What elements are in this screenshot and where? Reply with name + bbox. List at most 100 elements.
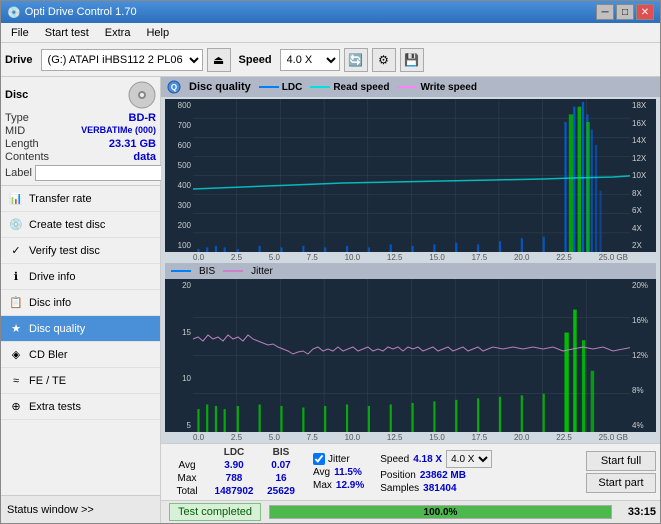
- sidebar-item-disc-info[interactable]: 📋 Disc info: [1, 290, 160, 316]
- title-bar-left: 💿 Opti Drive Control 1.70: [7, 6, 137, 19]
- jitter-header: Jitter: [313, 453, 364, 465]
- fe-te-label: FE / TE: [29, 375, 66, 387]
- disc-label-row: Label ✏: [5, 165, 156, 181]
- menu-start-test[interactable]: Start test: [37, 23, 97, 42]
- sidebar-item-verify-test-disc[interactable]: ✓ Verify test disc: [1, 238, 160, 264]
- contents-label: Contents: [5, 151, 49, 163]
- disc-section-title: Disc: [5, 89, 28, 101]
- length-label: Length: [5, 138, 39, 150]
- disc-header: Disc: [5, 81, 156, 109]
- bis-label: BIS: [199, 266, 215, 277]
- samples-label: Samples: [380, 483, 419, 494]
- eject-button[interactable]: ⏏: [207, 48, 231, 72]
- drive-select[interactable]: (G:) ATAPI iHBS112 2 PL06: [41, 49, 203, 71]
- mid-label: MID: [5, 125, 25, 137]
- label-input[interactable]: [35, 165, 173, 181]
- start-part-button[interactable]: Start part: [586, 473, 656, 493]
- start-full-button[interactable]: Start full: [586, 451, 656, 471]
- settings-button[interactable]: ⚙: [372, 48, 396, 72]
- type-value: BD-R: [129, 112, 157, 124]
- refresh-button[interactable]: 🔄: [344, 48, 368, 72]
- lower-x-axis: 0.0 2.5 5.0 7.5 10.0 12.5 15.0 17.5 20.0…: [161, 433, 660, 442]
- stats-table: LDC BIS Avg 3.90 0.07 Max 788 16 Total 1…: [165, 446, 303, 498]
- sidebar-item-fe-te[interactable]: ≈ FE / TE: [1, 368, 160, 394]
- menu-file[interactable]: File: [3, 23, 37, 42]
- status-window-label: Status window >>: [7, 504, 94, 516]
- speed-select-toolbar[interactable]: 4.0 X: [280, 49, 340, 71]
- stats-avg-ldc: 3.90: [209, 459, 259, 472]
- progress-track: 100.0%: [269, 505, 612, 519]
- close-button[interactable]: ✕: [636, 4, 654, 20]
- x-150: 15.0: [429, 253, 445, 262]
- disc-mid-row: MID VERBATIMe (000): [5, 125, 156, 137]
- y-label-400: 400: [167, 181, 191, 190]
- lx-25: 2.5: [231, 433, 242, 442]
- x-225: 22.5: [556, 253, 572, 262]
- lower-y-axis-left: 20 15 10 5: [165, 279, 193, 432]
- legend-read-speed: Read speed: [310, 82, 389, 93]
- title-bar-buttons: ─ □ ✕: [596, 4, 654, 20]
- content-area: Q Disc quality LDC Read speed Write spee…: [161, 77, 660, 523]
- sidebar-item-extra-tests[interactable]: ⊕ Extra tests: [1, 394, 160, 420]
- ly-10: 10: [167, 374, 191, 383]
- speed-row: Speed 4.18 X 4.0 X: [380, 450, 492, 468]
- sidebar-item-transfer-rate[interactable]: 📊 Transfer rate: [1, 186, 160, 212]
- bis-color-swatch: [171, 270, 191, 272]
- speed-value: 4.18 X: [413, 454, 442, 465]
- menu-extra[interactable]: Extra: [97, 23, 139, 42]
- upper-y-axis-left: 800 700 600 500 400 300 200 100: [165, 99, 193, 252]
- maximize-button[interactable]: □: [616, 4, 634, 20]
- fe-te-icon: ≈: [9, 374, 23, 388]
- stats-total-bis: 25629: [259, 485, 303, 498]
- sidebar-nav: 📊 Transfer rate 💿 Create test disc ✓ Ver…: [1, 186, 160, 495]
- ly-right-16: 16%: [632, 316, 654, 325]
- jitter-max-label: Max: [313, 480, 332, 491]
- sidebar-item-create-test-disc[interactable]: 💿 Create test disc: [1, 212, 160, 238]
- menubar: File Start test Extra Help: [1, 23, 660, 43]
- jitter-max-value: 12.9%: [336, 480, 364, 491]
- extra-tests-icon: ⊕: [9, 400, 23, 414]
- sidebar-item-disc-quality[interactable]: ★ Disc quality: [1, 316, 160, 342]
- disc-contents-row: Contents data: [5, 151, 156, 163]
- speed-select-stats[interactable]: 4.0 X: [446, 450, 492, 468]
- upper-chart: 800 700 600 500 400 300 200 100: [165, 99, 656, 252]
- sidebar: Disc Type BD-R MID VERBATIMe (000): [1, 77, 161, 523]
- stats-avg-label: Avg: [165, 459, 209, 472]
- x-200: 20.0: [514, 253, 530, 262]
- lx-50: 5.0: [269, 433, 280, 442]
- disc-type-row: Type BD-R: [5, 112, 156, 124]
- jitter-checkbox[interactable]: [313, 453, 325, 465]
- contents-value: data: [133, 151, 156, 163]
- action-buttons: Start full Start part: [586, 451, 656, 493]
- position-label: Position: [380, 470, 416, 481]
- x-75: 7.5: [307, 253, 318, 262]
- save-button[interactable]: 💾: [400, 48, 424, 72]
- disc-info-icon: 📋: [9, 296, 23, 310]
- status-window-button[interactable]: Status window >>: [1, 495, 160, 523]
- upper-y-axis-right: 18X 16X 14X 12X 10X 8X 6X 4X 2X: [630, 99, 656, 252]
- upper-x-axis: 0.0 2.5 5.0 7.5 10.0 12.5 15.0 17.5 20.0…: [161, 253, 660, 262]
- read-speed-color-swatch: [310, 86, 330, 88]
- jitter-section: Jitter Avg 11.5% Max 12.9%: [313, 453, 364, 491]
- lx-250: 25.0 GB: [599, 433, 628, 442]
- x-0: 0.0: [193, 253, 204, 262]
- y-label-500: 500: [167, 161, 191, 170]
- ly-right-20: 20%: [632, 281, 654, 290]
- sidebar-item-drive-info[interactable]: ℹ Drive info: [1, 264, 160, 290]
- speed-label: Speed: [380, 454, 409, 465]
- disc-info-label: Disc info: [29, 297, 71, 309]
- menu-help[interactable]: Help: [138, 23, 177, 42]
- sidebar-item-cd-bler[interactable]: ◈ CD Bler: [1, 342, 160, 368]
- time-display: 33:15: [616, 506, 656, 518]
- status-text: Test completed: [169, 503, 261, 521]
- minimize-button[interactable]: ─: [596, 4, 614, 20]
- x-25: 2.5: [231, 253, 242, 262]
- jitter-lower-color-swatch: [223, 270, 243, 272]
- x-175: 17.5: [472, 253, 488, 262]
- lower-chart-area: [193, 279, 630, 432]
- lx-150: 15.0: [429, 433, 445, 442]
- y-label-700: 700: [167, 121, 191, 130]
- mid-value: VERBATIMe (000): [81, 125, 156, 137]
- ldc-label: LDC: [282, 82, 303, 93]
- transfer-rate-icon: 📊: [9, 192, 23, 206]
